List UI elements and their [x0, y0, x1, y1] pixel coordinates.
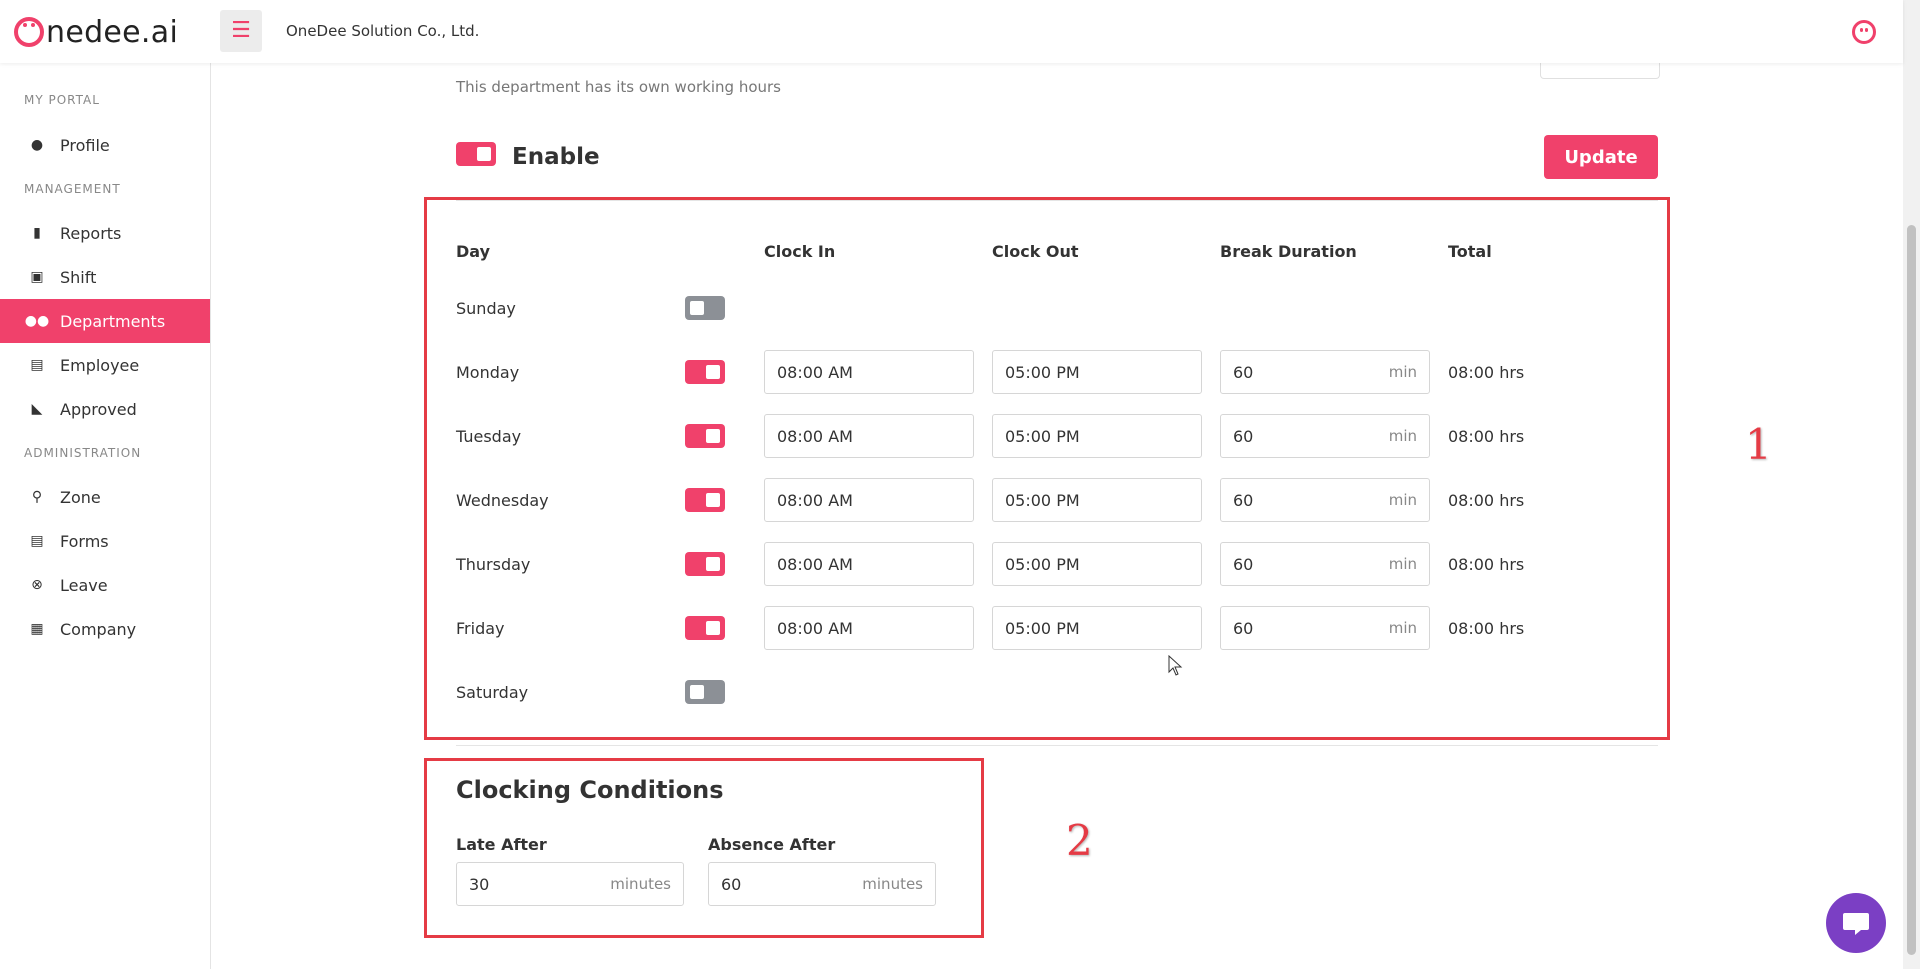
inbox-icon: ◣ — [31, 401, 43, 417]
sidebar-item-label: Company — [60, 619, 137, 639]
scrollbar-thumb[interactable] — [1907, 225, 1916, 955]
id-card-icon: ▤ — [30, 357, 44, 373]
logo-face-icon — [14, 17, 44, 47]
sidebar-item-forms[interactable]: ▤ Forms — [0, 519, 210, 563]
chat-bubble-icon — [1843, 913, 1869, 935]
sidebar-item-company[interactable]: ▦ Company — [0, 607, 210, 651]
annotation-number-2: 2 — [1066, 816, 1093, 865]
sidebar: MY PORTAL ● Profile MANAGEMENT ▮ Reports… — [0, 63, 211, 969]
user-circle-icon: ● — [30, 137, 44, 153]
building-icon: ▦ — [30, 621, 44, 637]
sidebar-item-label: Leave — [60, 575, 108, 595]
divider — [456, 745, 1658, 746]
user-avatar-icon[interactable] — [1852, 20, 1876, 44]
mouse-cursor-icon — [1168, 655, 1183, 676]
hamburger-icon: ☰ — [231, 18, 251, 43]
sidebar-item-label: Zone — [60, 487, 101, 507]
section-subtitle: This department has its own working hour… — [456, 78, 781, 96]
chat-widget-button[interactable] — [1826, 893, 1886, 953]
company-name: OneDee Solution Co., Ltd. — [286, 22, 480, 40]
sidebar-item-zone[interactable]: ⚲ Zone — [0, 475, 210, 519]
hamburger-menu-button[interactable]: ☰ — [220, 10, 262, 52]
x-circle-icon: ⊗ — [31, 577, 43, 593]
page-scrollbar[interactable] — [1903, 0, 1920, 969]
onedee-logo[interactable]: nedee.ai — [14, 12, 178, 52]
section-label-my-portal: MY PORTAL — [24, 93, 100, 107]
sidebar-item-label: Reports — [60, 223, 122, 243]
briefcase-clock-icon: ▣ — [30, 269, 44, 285]
sidebar-item-label: Approved — [60, 399, 137, 419]
sidebar-item-label: Shift — [60, 267, 97, 287]
users-icon: ●● — [24, 313, 50, 329]
enable-toggle[interactable] — [456, 142, 496, 166]
annotation-box-2 — [424, 758, 984, 938]
section-label-administration: ADMINISTRATION — [24, 446, 142, 460]
clipboard-icon: ▤ — [30, 533, 44, 549]
sidebar-item-leave[interactable]: ⊗ Leave — [0, 563, 210, 607]
logo-text: nedee.ai — [46, 14, 179, 50]
annotation-box-1 — [424, 197, 1670, 740]
sidebar-item-reports[interactable]: ▮ Reports — [0, 211, 210, 255]
sidebar-item-approved[interactable]: ◣ Approved — [0, 387, 210, 431]
sidebar-item-label: Profile — [60, 135, 110, 155]
top-header: nedee.ai ☰ OneDee Solution Co., Ltd. — [0, 0, 1903, 63]
sidebar-item-employee[interactable]: ▤ Employee — [0, 343, 210, 387]
annotation-number-1: 1 — [1745, 420, 1772, 469]
document-icon: ▮ — [33, 225, 41, 241]
enable-label: Enable — [512, 144, 600, 170]
section-label-management: MANAGEMENT — [24, 182, 121, 196]
sidebar-item-shift[interactable]: ▣ Shift — [0, 255, 210, 299]
sidebar-item-departments[interactable]: ●● Departments — [0, 299, 210, 343]
map-pin-icon: ⚲ — [31, 489, 43, 505]
sidebar-item-label: Forms — [60, 531, 109, 551]
sidebar-item-label: Employee — [60, 355, 140, 375]
sidebar-item-label: Departments — [60, 311, 166, 331]
sidebar-item-profile[interactable]: ● Profile — [0, 123, 210, 167]
update-button[interactable]: Update — [1544, 135, 1658, 179]
